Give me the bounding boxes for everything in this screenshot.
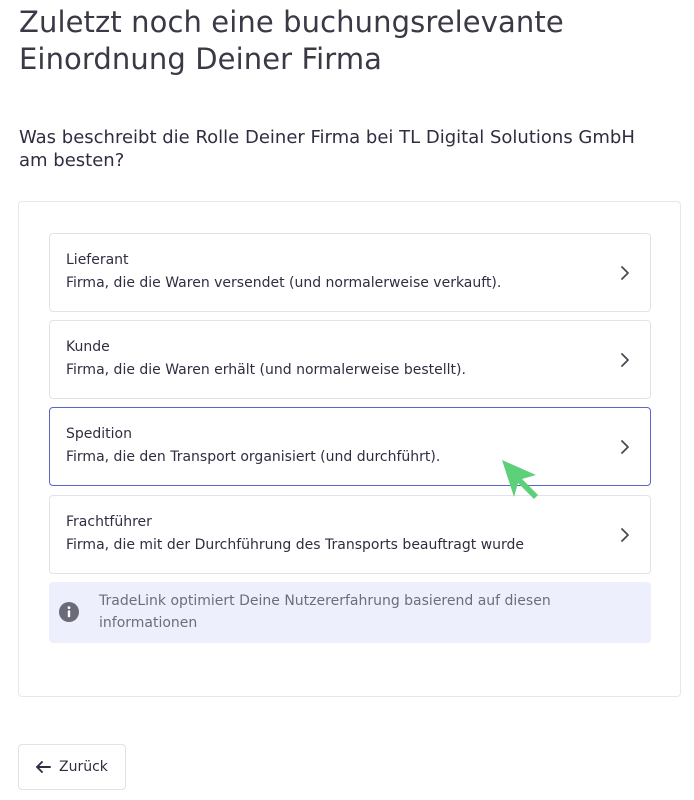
option-description: Firma, die mit der Durchführung des Tran…: [66, 537, 525, 553]
chevron-right-icon: [621, 266, 629, 280]
option-description: Firma, die die Waren versendet (und norm…: [66, 275, 502, 291]
back-button[interactable]: Zurück: [18, 744, 126, 790]
option-frachtfuehrer[interactable]: Frachtführer Firma, die mit der Durchfüh…: [49, 495, 651, 574]
role-selection-card: Lieferant Firma, die die Waren versendet…: [18, 201, 681, 697]
chevron-right-icon: [621, 440, 629, 454]
option-description: Firma, die den Transport organisiert (un…: [66, 449, 441, 465]
option-title: Frachtführer: [66, 514, 152, 530]
option-title: Kunde: [66, 339, 110, 355]
page-title: Zuletzt noch eine buchungsrelevante Eino…: [19, 5, 564, 76]
option-title: Spedition: [66, 426, 132, 442]
option-description: Firma, die die Waren erhält (und normale…: [66, 362, 466, 378]
option-title: Lieferant: [66, 252, 129, 268]
info-icon: [59, 602, 79, 622]
chevron-right-icon: [621, 353, 629, 367]
mouse-cursor-icon: [502, 460, 538, 499]
option-kunde[interactable]: Kunde Firma, die die Waren erhält (und n…: [49, 320, 651, 399]
page: Zuletzt noch eine buchungsrelevante Eino…: [0, 0, 694, 800]
info-box: TradeLink optimiert Deine Nutzererfahrun…: [49, 582, 651, 643]
option-spedition[interactable]: Spedition Firma, die den Transport organ…: [49, 407, 651, 486]
role-question: Was beschreibt die Rolle Deiner Firma be…: [19, 127, 635, 171]
arrow-left-icon: [36, 761, 51, 773]
back-button-label: Zurück: [59, 759, 108, 775]
chevron-right-icon: [621, 528, 629, 542]
info-text: TradeLink optimiert Deine Nutzererfahrun…: [99, 593, 551, 631]
option-lieferant[interactable]: Lieferant Firma, die die Waren versendet…: [49, 233, 651, 312]
